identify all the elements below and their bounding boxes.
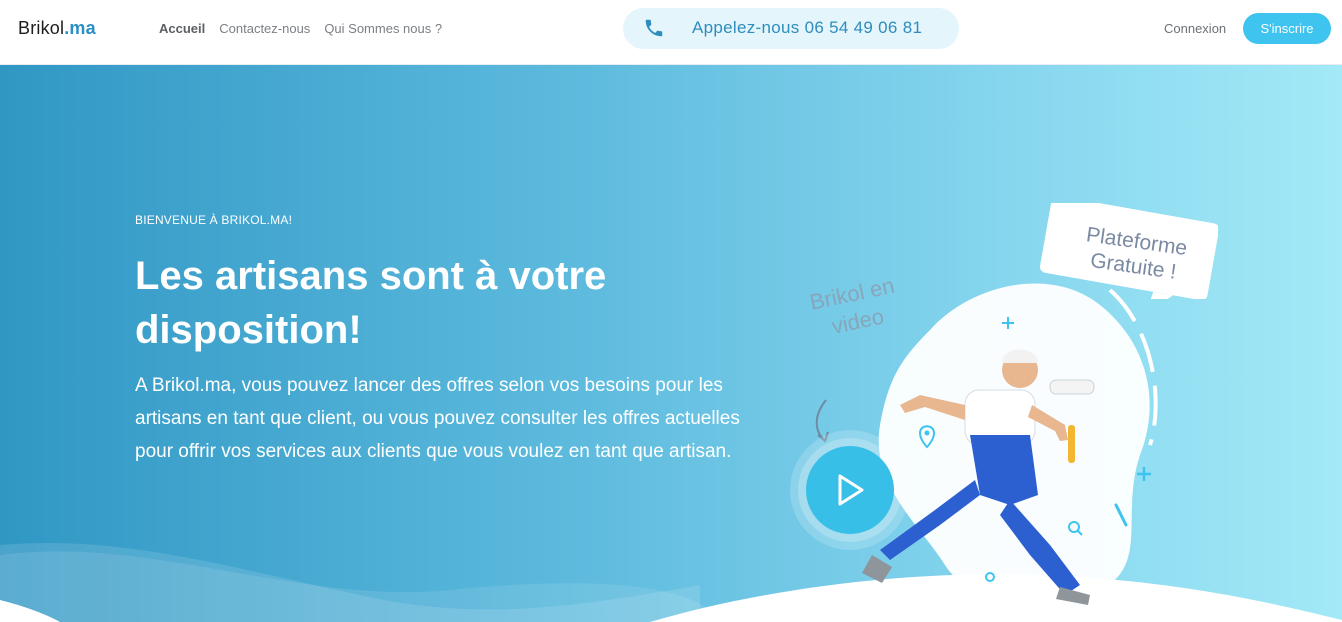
signup-button[interactable]: S'inscrire: [1243, 13, 1331, 44]
headline-line-1: Les artisans sont à votre: [135, 254, 607, 298]
play-icon: [838, 474, 864, 506]
brand-name: Brikol: [18, 18, 65, 38]
nav-accueil[interactable]: Accueil: [159, 21, 205, 36]
play-video-button[interactable]: [806, 446, 894, 534]
nav-about[interactable]: Qui Sommes nous ?: [324, 21, 442, 36]
main-nav: Accueil Contactez-nous Qui Sommes nous ?: [159, 21, 442, 36]
hero-section: BIENVENUE À BRIKOL.MA! Les artisans sont…: [0, 65, 1342, 622]
brand-suffix: .ma: [64, 18, 96, 38]
phone-number: Appelez-nous 06 54 49 06 81: [692, 18, 923, 37]
call-us-button[interactable]: Appelez-nous 06 54 49 06 81: [623, 8, 959, 49]
headline-line-2: disposition!: [135, 308, 362, 352]
nav-contact[interactable]: Contactez-nous: [219, 21, 310, 36]
login-link[interactable]: Connexion: [1164, 21, 1226, 36]
hero-description: A Brikol.ma, vous pouvez lancer des offr…: [135, 375, 740, 462]
hero-headline: Les artisans sont à votre disposition!: [135, 249, 755, 357]
hero-illustration: Plateforme Gratuite ! Brikol en video: [770, 195, 1240, 615]
welcome-tagline: BIENVENUE À BRIKOL.MA!: [135, 213, 293, 227]
phone-icon: [645, 19, 663, 37]
brand-logo[interactable]: Brikol.ma: [18, 18, 96, 39]
top-navbar: Brikol.ma Accueil Contactez-nous Qui Som…: [0, 0, 1342, 65]
